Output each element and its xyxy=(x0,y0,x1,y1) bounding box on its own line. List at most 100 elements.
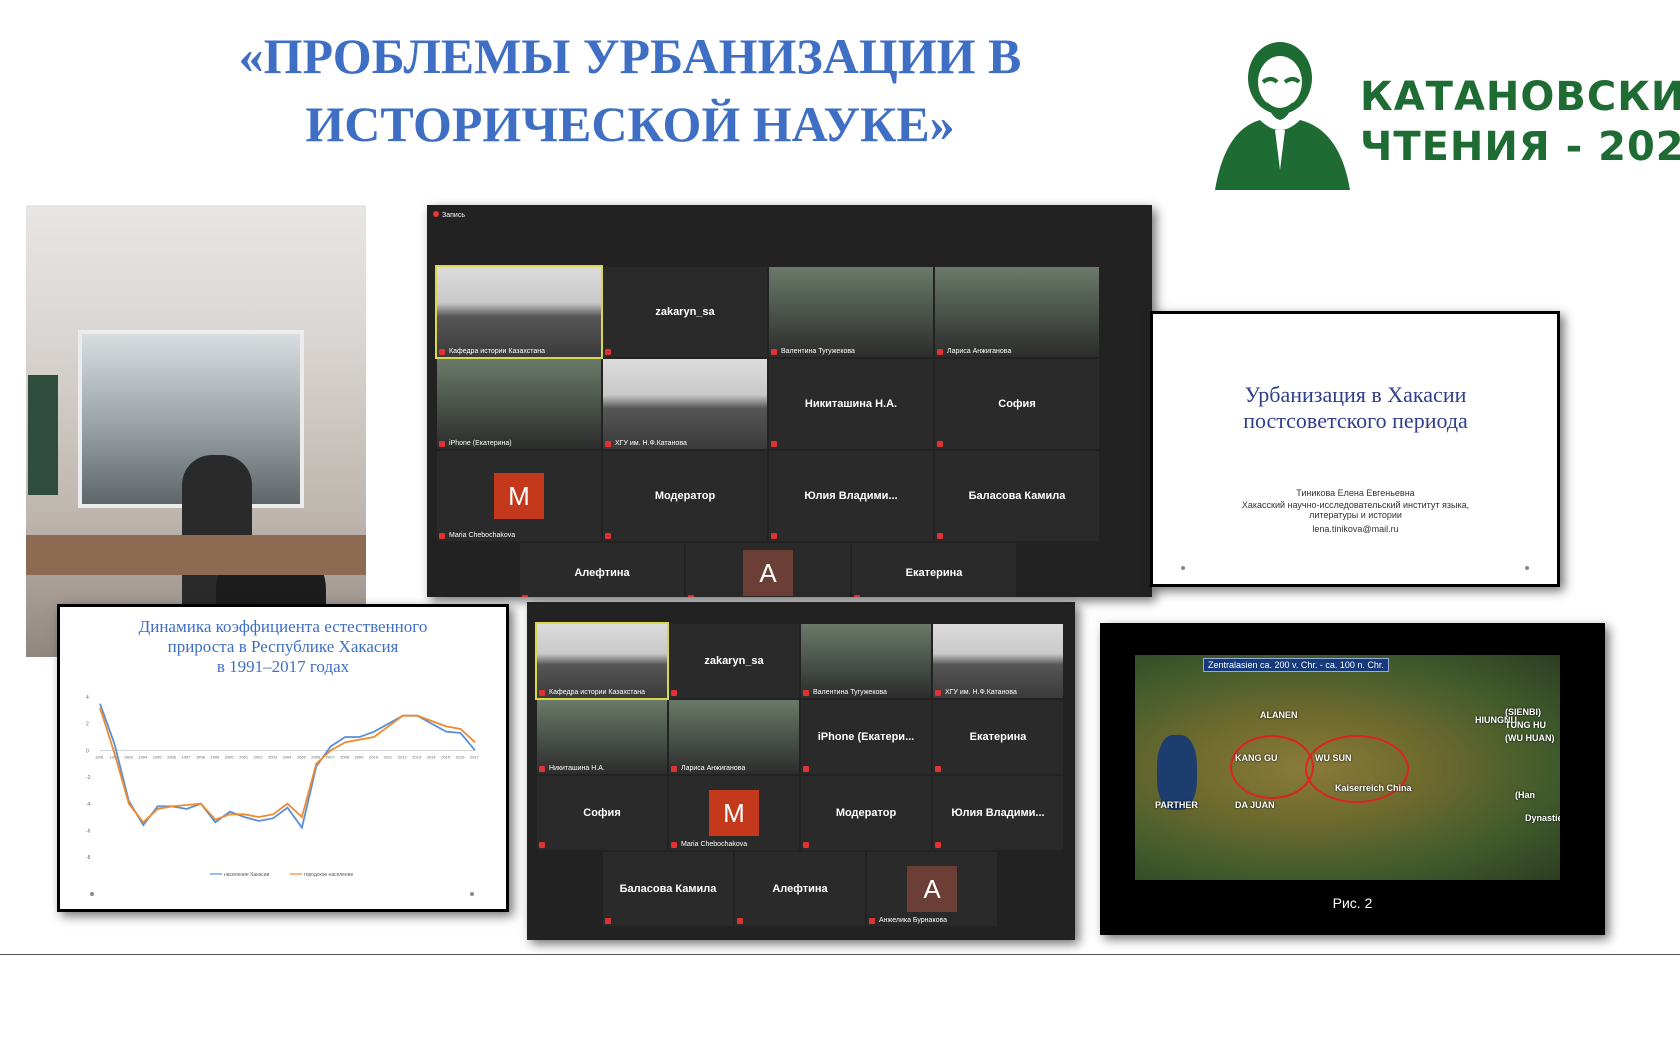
y-tick-label: 2 xyxy=(86,722,89,728)
x-tick-label: 2014 xyxy=(427,754,437,759)
participant-tile[interactable]: Модератор xyxy=(801,776,931,850)
participant-tile[interactable]: ХГУ им. Н.Ф.Катанова xyxy=(603,359,767,449)
y-tick-label: -4 xyxy=(86,802,91,808)
participant-tile[interactable]: А Анжелика Бурнакова xyxy=(867,852,997,926)
y-tick-label: 4 xyxy=(86,695,89,701)
y-tick-label: -8 xyxy=(86,855,91,861)
mic-muted-icon xyxy=(771,349,777,355)
participant-tile[interactable]: zakaryn_sa xyxy=(669,624,799,698)
x-tick-label: 1994 xyxy=(138,754,148,759)
map-label: (SIENBI) xyxy=(1505,707,1541,717)
mic-muted-icon xyxy=(803,842,809,848)
mic-muted-icon xyxy=(671,766,677,772)
participant-tile[interactable]: M Maria Chebochakova xyxy=(669,776,799,850)
mic-muted-icon xyxy=(439,533,445,539)
participant-name: Модератор xyxy=(654,490,716,502)
mic-muted-icon xyxy=(539,842,545,848)
participant-tile[interactable]: iPhone (Екатери... xyxy=(801,700,931,774)
slide-dot xyxy=(90,892,94,896)
participant-tile[interactable]: А xyxy=(686,543,850,597)
classroom-photo xyxy=(26,205,366,657)
bottom-divider xyxy=(0,954,1680,955)
participant-tile[interactable]: София xyxy=(935,359,1099,449)
participant-caption: ХГУ им. Н.Ф.Катанова xyxy=(615,440,687,447)
participant-tile[interactable]: Юлия Владими... xyxy=(933,776,1063,850)
x-tick-label: 1993 xyxy=(124,754,134,759)
participant-caption: Валентина Тугужекова xyxy=(813,689,887,696)
map-label: Kaiserreich China xyxy=(1335,783,1412,793)
region-circle-kanggu xyxy=(1230,735,1314,799)
participant-name: Екатерина xyxy=(969,731,1027,743)
participant-caption: Валентина Тугужекова xyxy=(781,348,855,355)
participant-tile[interactable]: Кафедра истории Казахстана xyxy=(535,622,669,700)
map-label: (Han xyxy=(1515,790,1535,800)
participant-tile[interactable]: zakaryn_sa xyxy=(603,267,767,357)
desk xyxy=(26,535,366,575)
brand-text: КАТАНОВСКИЕ ЧТЕНИЯ - 2021 xyxy=(1360,72,1680,172)
x-tick-label: 2000 xyxy=(225,754,235,759)
participant-tile[interactable]: Лариса Анжиганова xyxy=(935,267,1099,357)
x-tick-label: 1995 xyxy=(153,754,163,759)
x-tick-label: 1997 xyxy=(182,754,192,759)
participant-tile[interactable]: Никиташина Н.А. xyxy=(537,700,667,774)
slide-dot xyxy=(470,892,474,896)
participant-tile[interactable]: Модератор xyxy=(603,451,767,541)
participant-tile[interactable]: iPhone (Екатерина) xyxy=(437,359,601,449)
slide-title: Урбанизация в Хакасии постсоветского пер… xyxy=(1243,382,1468,433)
x-tick-label: 2012 xyxy=(398,754,408,759)
line-chart: 420-2-4-6-81991 1992 1993 1994 1995 1996 1997 1… xyxy=(86,695,480,878)
x-tick-label: 2008 xyxy=(340,754,350,759)
mic-muted-icon xyxy=(869,918,875,924)
participant-caption: Кафедра истории Казахстана xyxy=(549,689,646,696)
x-tick-label: 2005 xyxy=(297,754,307,759)
x-tick-label: 2001 xyxy=(239,754,249,759)
participant-name: zakaryn_sa xyxy=(655,306,715,318)
participant-tile[interactable]: Юлия Владими... xyxy=(769,451,933,541)
participant-name: Екатерина xyxy=(905,567,963,579)
legend-label: население Хакасии xyxy=(224,872,270,878)
mic-muted-icon xyxy=(937,349,943,355)
participant-tile[interactable]: Валентина Тугужекова xyxy=(801,624,931,698)
mic-muted-icon xyxy=(937,441,943,447)
map-label: TUNG HU xyxy=(1505,720,1546,730)
y-tick-label: 0 xyxy=(86,748,89,754)
participant-caption: Maria Chebochakova xyxy=(449,532,516,539)
map-caption: Рис. 2 xyxy=(1332,895,1373,911)
mic-muted-icon xyxy=(935,690,941,696)
x-tick-label: 1999 xyxy=(210,754,220,759)
participant-name: Баласова Камила xyxy=(968,490,1066,502)
caspian-sea xyxy=(1157,735,1197,810)
participant-tile[interactable]: София xyxy=(537,776,667,850)
series-line xyxy=(99,707,476,824)
brand-line-2: ЧТЕНИЯ - 2021 xyxy=(1360,124,1680,170)
mic-muted-icon xyxy=(539,690,545,696)
participant-tile[interactable]: ХГУ им. Н.Ф.Катанова xyxy=(933,624,1063,698)
slide-chart: Динамика коэффициента естественного прир… xyxy=(57,604,509,912)
mic-muted-icon xyxy=(771,533,777,539)
map-slide: Zentralasien ca. 200 v. Chr. - ca. 100 n… xyxy=(1100,623,1605,935)
map-label: WU SUN xyxy=(1315,753,1352,763)
participant-tile[interactable]: Екатерина xyxy=(933,700,1063,774)
x-tick-label: 2013 xyxy=(412,754,422,759)
x-tick-label: 2009 xyxy=(355,754,365,759)
participant-tile[interactable]: Кафедра истории Казахстана xyxy=(435,265,603,359)
recording-indicator: Запись xyxy=(433,211,465,219)
slide-author: Тиникова Елена Евгеньевна xyxy=(1296,488,1415,498)
x-tick-label: 1998 xyxy=(196,754,206,759)
x-tick-label: 2010 xyxy=(369,754,379,759)
participant-tile[interactable]: Баласова Камила xyxy=(935,451,1099,541)
participant-tile[interactable]: M Maria Chebochakova xyxy=(437,451,601,541)
participant-tile[interactable]: Екатерина xyxy=(852,543,1016,597)
participant-name: Алефтина xyxy=(574,567,630,579)
participant-name: Алефтина xyxy=(772,883,828,895)
participant-tile[interactable]: Баласова Камила xyxy=(603,852,733,926)
map-image: Zentralasien ca. 200 v. Chr. - ca. 100 n… xyxy=(1135,655,1560,880)
participant-tile[interactable]: Никиташина Н.А. xyxy=(769,359,933,449)
participant-tile[interactable]: Лариса Анжиганова xyxy=(669,700,799,774)
participant-tile[interactable]: Алефтина xyxy=(735,852,865,926)
participant-tile[interactable]: Алефтина xyxy=(520,543,684,597)
mic-muted-icon xyxy=(771,441,777,447)
x-tick-label: 1991 xyxy=(95,754,105,759)
map-label: PARTHER xyxy=(1155,800,1198,810)
participant-tile[interactable]: Валентина Тугужекова xyxy=(769,267,933,357)
